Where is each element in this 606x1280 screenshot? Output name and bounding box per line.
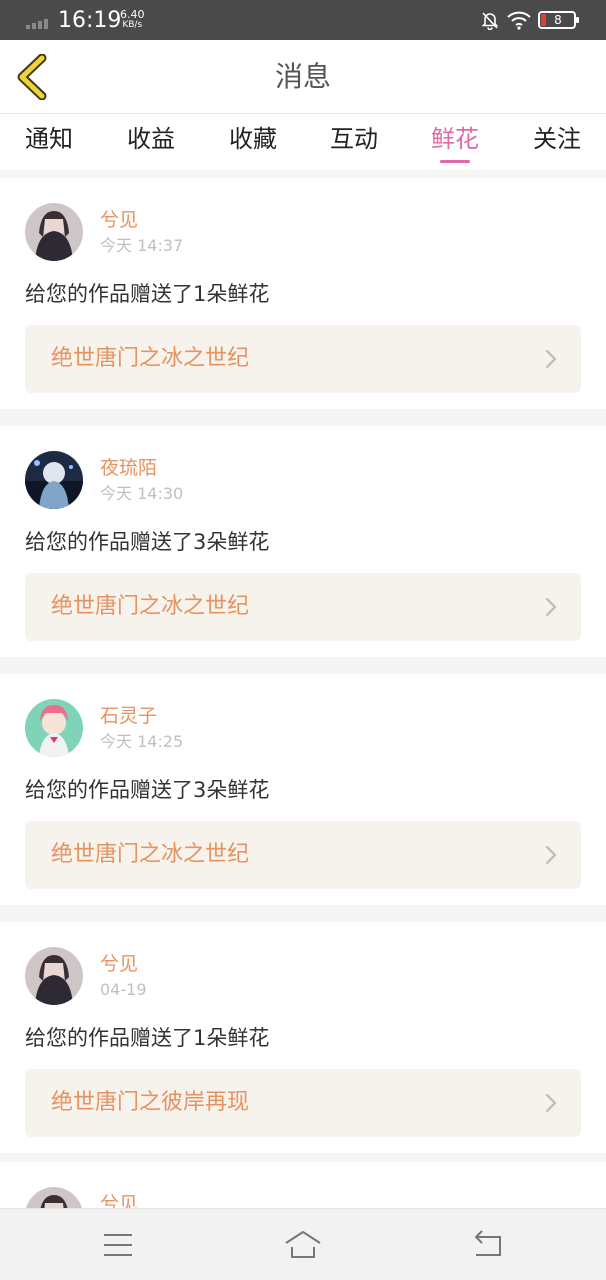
- status-bar: 16:19 6.40 KB/s 8: [0, 0, 606, 40]
- tab-follow[interactable]: 关注: [517, 122, 597, 156]
- work-title: 绝世唐门之彼岸再现: [51, 1090, 250, 1115]
- tab-favorites[interactable]: 收藏: [213, 122, 293, 156]
- network-speed: 6.40 KB/s: [120, 9, 145, 31]
- system-nav-bar: [0, 1208, 606, 1280]
- header-bar: 消息: [0, 40, 606, 114]
- system-back-button[interactable]: [468, 1227, 508, 1263]
- message-text: 给您的作品赠送了1朵鲜花: [25, 282, 270, 306]
- message-card: 兮见: [0, 1162, 606, 1212]
- chevron-right-icon: [545, 1093, 557, 1113]
- tab-bar: 通知 收益 收藏 互动 鲜花 关注: [0, 114, 606, 170]
- message-card: 兮见 04-19 给您的作品赠送了1朵鲜花 绝世唐门之彼岸再现: [0, 922, 606, 1153]
- page-title: 消息: [274, 60, 331, 93]
- message-time: 今天 14:30: [100, 484, 184, 503]
- home-icon: [285, 1231, 321, 1258]
- message-text: 给您的作品赠送了3朵鲜花: [25, 778, 270, 802]
- battery-level: 8: [554, 13, 562, 27]
- battery-icon: 8: [538, 11, 579, 29]
- sender-name[interactable]: 石灵子: [100, 704, 157, 728]
- work-title: 绝世唐门之冰之世纪: [51, 346, 250, 371]
- chevron-right-icon: [545, 597, 557, 617]
- tab-flowers[interactable]: 鲜花: [415, 122, 495, 156]
- work-link[interactable]: 绝世唐门之彼岸再现: [25, 1069, 581, 1137]
- work-link[interactable]: 绝世唐门之冰之世纪: [25, 573, 581, 641]
- message-time: 04-19: [100, 980, 147, 999]
- avatar[interactable]: [25, 947, 83, 1005]
- status-time: 16:19: [58, 8, 122, 33]
- back-icon: [475, 1230, 501, 1256]
- message-text: 给您的作品赠送了1朵鲜花: [25, 1026, 270, 1050]
- home-button[interactable]: [283, 1227, 323, 1263]
- network-speed-unit: KB/s: [122, 20, 143, 30]
- bell-off-icon: [481, 12, 499, 30]
- signal-icon: [26, 15, 52, 29]
- menu-icon: [104, 1234, 132, 1256]
- tab-notify[interactable]: 通知: [9, 122, 89, 156]
- network-speed-value: 6.40: [120, 8, 145, 21]
- avatar[interactable]: [25, 699, 83, 757]
- back-chevron-icon: [17, 53, 47, 101]
- work-title: 绝世唐门之冰之世纪: [51, 842, 250, 867]
- back-button[interactable]: [14, 53, 50, 101]
- chevron-right-icon: [545, 845, 557, 865]
- tab-earnings[interactable]: 收益: [111, 122, 191, 156]
- sender-name[interactable]: 夜琉陌: [100, 456, 157, 480]
- message-text: 给您的作品赠送了3朵鲜花: [25, 530, 270, 554]
- avatar[interactable]: [25, 451, 83, 509]
- sender-name[interactable]: 兮见: [100, 208, 138, 232]
- message-card: 兮见 今天 14:37 给您的作品赠送了1朵鲜花 绝世唐门之冰之世纪: [0, 178, 606, 409]
- avatar[interactable]: [25, 203, 83, 261]
- message-time: 今天 14:37: [100, 236, 184, 255]
- sender-name[interactable]: 兮见: [100, 952, 138, 976]
- work-link[interactable]: 绝世唐门之冰之世纪: [25, 325, 581, 393]
- work-link[interactable]: 绝世唐门之冰之世纪: [25, 821, 581, 889]
- message-card: 夜琉陌 今天 14:30 给您的作品赠送了3朵鲜花 绝世唐门之冰之世纪: [0, 426, 606, 657]
- active-tab-indicator: [440, 160, 470, 163]
- chevron-right-icon: [545, 349, 557, 369]
- tab-interaction[interactable]: 互动: [314, 122, 394, 156]
- message-card: 石灵子 今天 14:25 给您的作品赠送了3朵鲜花 绝世唐门之冰之世纪: [0, 674, 606, 905]
- message-time: 今天 14:25: [100, 732, 184, 751]
- wifi-icon: [507, 11, 531, 30]
- menu-button[interactable]: [98, 1227, 138, 1263]
- work-title: 绝世唐门之冰之世纪: [51, 594, 250, 619]
